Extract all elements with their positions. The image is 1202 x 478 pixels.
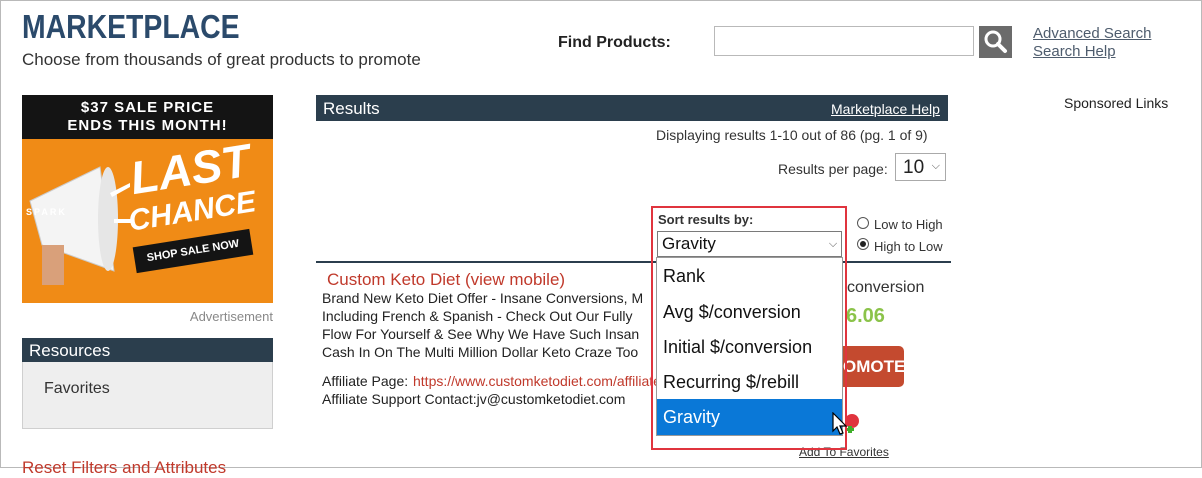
sponsored-links-label: Sponsored Links [1064,95,1169,111]
results-title: Results [323,99,380,118]
search-button[interactable] [979,26,1012,58]
highlight-box [651,206,847,450]
affiliate-page-label: Affiliate Page: [322,373,409,389]
promote-button[interactable]: OMOTE [843,346,904,387]
chevron-down-icon: ⌵ [931,160,940,172]
results-divider [316,261,951,263]
radio-low-to-high[interactable] [857,217,869,229]
radio-low-to-high-label: Low to High [874,217,943,232]
results-per-page-value: 10 [903,157,925,178]
product-description-line: Brand New Keto Diet Offer - Insane Conve… [322,290,644,306]
favorites-link[interactable]: Favorites [44,380,110,398]
ad-line1: $37 SALE PRICE [80,99,215,116]
page-subtitle: Choose from thousands of great products … [22,50,421,69]
search-help-link[interactable]: Search Help [1033,43,1116,60]
conversion-value: 6.06 [846,305,885,327]
product-description-line: Including French & Spanish - Check Out O… [322,308,633,324]
advertisement-banner[interactable]: $37 SALE PRICE ENDS THIS MONTH! SPARK LA… [22,95,273,303]
page-title: MARKETPLACE [22,8,240,45]
resources-header: Resources [22,338,273,362]
radio-high-to-low[interactable] [857,238,869,250]
product-description-line: Flow For Yourself & See Why We Have Such… [322,326,640,342]
search-icon [984,30,1007,53]
reset-filters-link[interactable]: Reset Filters and Attributes [22,458,226,478]
advertisement-caption: Advertisement [189,309,273,324]
megaphone-icon [29,166,132,285]
advanced-search-link[interactable]: Advanced Search [1033,25,1151,42]
product-title-link[interactable]: Custom Keto Diet (view mobile) [327,270,565,290]
ad-headline: $37 SALE PRICE ENDS THIS MONTH! [22,95,273,139]
marketplace-help-link[interactable]: Marketplace Help [831,101,940,117]
results-count: Displaying results 1-10 out of 86 (pg. 1… [656,127,928,143]
radio-high-to-low-label: High to Low [874,239,943,254]
ad-line2: ENDS THIS MONTH! [67,117,228,134]
conversion-label: conversion [847,279,925,296]
mouse-cursor-icon [832,412,848,435]
ad-brand: SPARK [26,207,67,217]
search-input[interactable] [714,26,974,56]
results-per-page-label: Results per page: [778,161,888,177]
product-description-line: Cash In On The Multi Million Dollar Keto… [322,344,639,360]
affiliate-page-link[interactable]: https://www.customketodiet.com/affiliate… [413,373,658,389]
results-per-page-select[interactable]: 10 ⌵ [895,153,946,181]
find-products-label: Find Products: [558,34,671,51]
affiliate-support-contact: Affiliate Support Contact:jv@customketod… [322,391,626,407]
